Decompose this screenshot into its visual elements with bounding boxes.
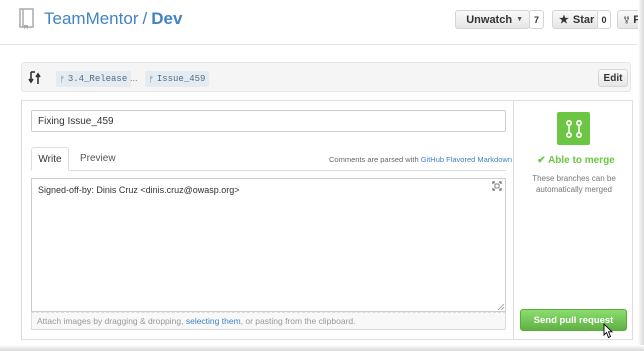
markdown-help-link[interactable]: GitHub Flavored Markdown [421,155,512,164]
head-branch-name: Issue_459 [156,74,206,84]
markdown-note: Comments are parsed with GitHub Flavored… [329,155,512,164]
attach-suffix: , or pasting from the clipboard. [240,316,356,326]
star-button[interactable]: ★ Star [552,10,599,29]
body-text: Signed-off-by: Dinis Cruz <dinis.cruz@ow… [38,185,240,195]
tab-preview[interactable]: Preview [80,153,116,164]
chevron-down-icon: ▼ [516,16,523,23]
stargazers-count[interactable]: 0 [597,10,611,29]
merge-icon [557,112,590,145]
unwatch-label: Unwatch [466,13,513,26]
page-shadow-right [638,0,644,351]
header-divider [0,44,644,45]
edit-button[interactable]: Edit [598,69,628,87]
base-branch-chip[interactable]: ᚠ 3.4_Release [56,71,132,87]
tab-write[interactable]: Write [31,147,69,171]
compare-icon[interactable] [27,70,43,86]
watchers-count[interactable]: 7 [529,10,544,29]
merge-status: ✔ Able to merge [534,155,618,166]
mouse-cursor-icon [603,323,614,339]
base-branch-name: 3.4_Release [67,74,128,84]
repo-icon [19,8,34,29]
pull-request-body-textarea[interactable] [31,178,506,312]
sidebar-divider [513,101,514,339]
branch-icon: ᚠ [60,74,65,84]
owner-link[interactable]: TeamMentor [44,9,138,28]
fork-icon [624,15,630,24]
repo-link[interactable]: Dev [151,9,182,28]
pull-request-title-input[interactable] [31,110,506,132]
merge-status-label: Able to merge [548,155,615,166]
select-images-link[interactable]: selecting them [186,316,241,326]
compare-ellipsis: ... [130,73,138,83]
check-icon: ✔ [537,155,546,166]
fullscreen-icon[interactable] [492,181,502,191]
merge-description: These branches can be automatically merg… [532,174,616,194]
attach-prefix: Attach images by dragging & dropping, [37,316,186,326]
repo-title: TeamMentor / Dev [44,9,182,29]
branch-icon: ᚠ [149,74,154,84]
tabs-divider [31,170,506,171]
star-label: Star [572,13,595,26]
attach-images-text: Attach images by dragging & dropping, se… [37,316,355,326]
markdown-note-text: Comments are parsed with [329,155,421,164]
star-icon: ★ [559,14,569,26]
unwatch-button[interactable]: Unwatch ▼ [455,10,530,29]
head-branch-chip[interactable]: ᚠ Issue_459 [145,71,210,87]
repo-separator: / [142,9,148,28]
resize-icon[interactable] [497,303,504,310]
page-shadow-bottom [0,345,644,351]
